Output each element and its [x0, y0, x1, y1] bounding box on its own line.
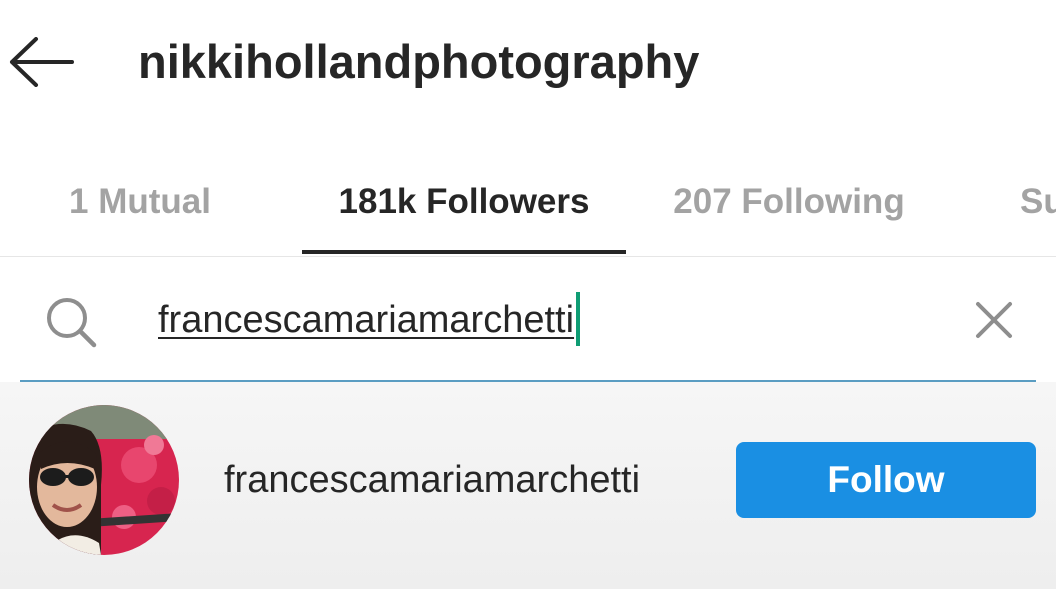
search-bar: francescamariamarchetti: [20, 262, 1036, 382]
result-username: francescamariamarchetti: [224, 459, 641, 501]
avatar[interactable]: [29, 405, 179, 555]
search-input[interactable]: francescamariamarchetti: [158, 290, 581, 350]
list-item[interactable]: francescamariamarchetti Follow: [0, 402, 1056, 555]
header-bar: nikkihollandphotography: [0, 0, 1056, 130]
active-tab-indicator: [302, 250, 626, 254]
search-input-text: francescamariamarchetti: [158, 299, 575, 341]
tab-mutual[interactable]: 1 Mutual: [40, 150, 240, 254]
avatar-image: [29, 405, 179, 555]
search-icon: [47, 298, 97, 348]
arrow-left-icon: [10, 37, 74, 87]
follow-button[interactable]: Follow: [736, 442, 1036, 518]
tab-following[interactable]: 207 Following: [660, 150, 918, 254]
page-title: nikkihollandphotography: [138, 35, 700, 88]
results-list: francescamariamarchetti Follow: [0, 382, 1056, 589]
text-caret: [576, 291, 581, 346]
close-icon[interactable]: [970, 296, 1018, 344]
tab-bar: 1 Mutual 181k Followers 207 Following Su: [0, 150, 1056, 257]
tab-suggested[interactable]: Su: [1020, 150, 1056, 254]
tab-followers[interactable]: 181k Followers: [302, 150, 626, 254]
back-button[interactable]: [4, 30, 78, 94]
